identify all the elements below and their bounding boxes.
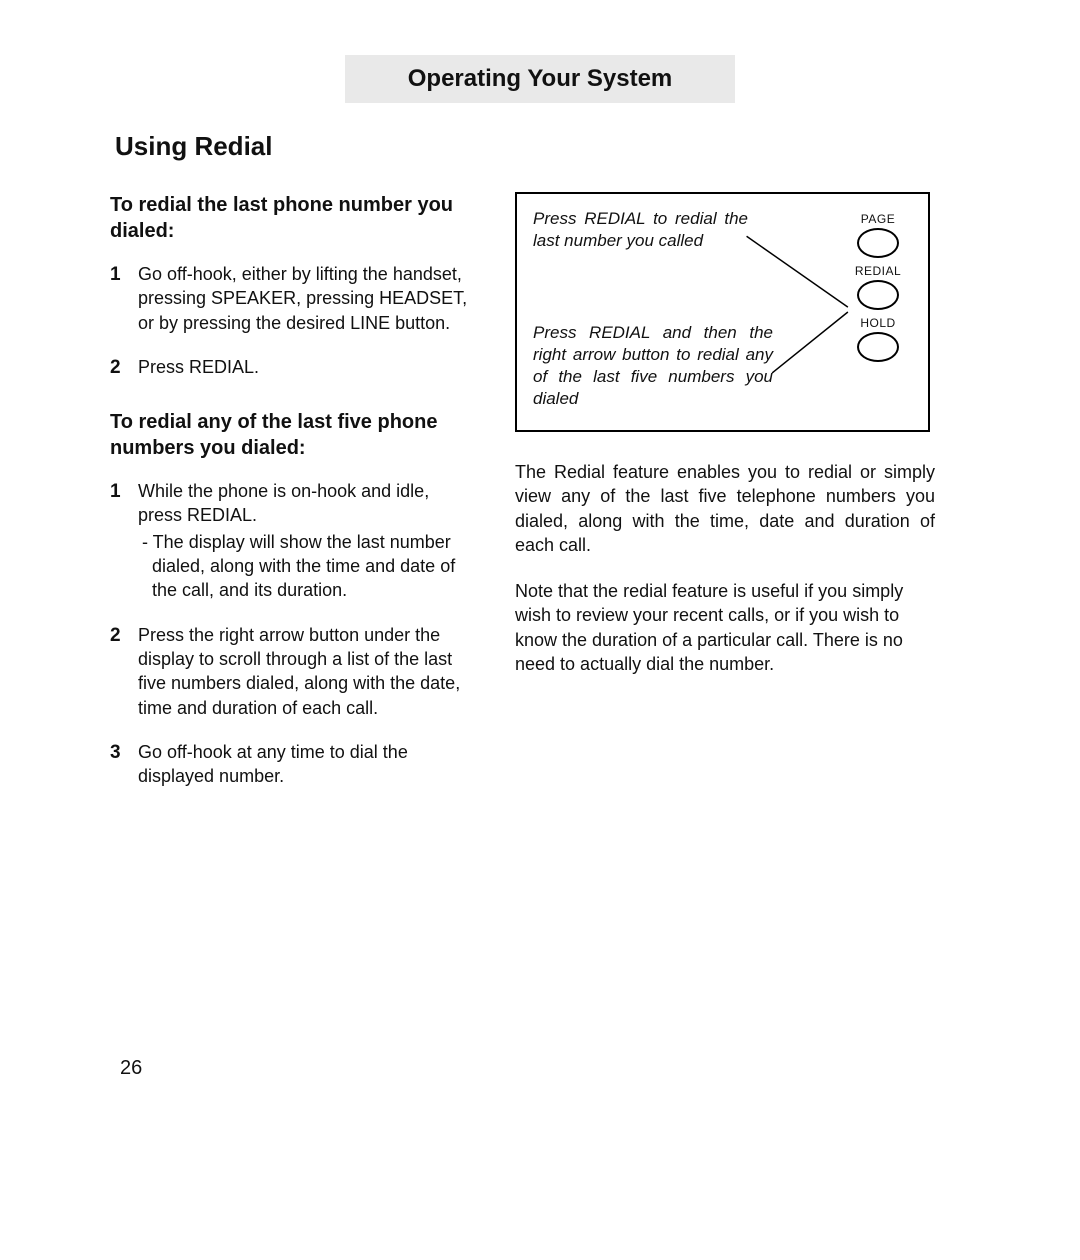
- hold-button-label: HOLD: [848, 316, 908, 330]
- subheading-redial-five: To redial any of the last five phone num…: [110, 409, 470, 461]
- redial-button-icon: [857, 280, 899, 310]
- subheading-redial-last: To redial the last phone num­ber you dia…: [110, 192, 470, 244]
- step-item: Go off-hook at any time to dial the disp…: [110, 740, 470, 789]
- steps-redial-five: While the phone is on-hook and idle, pre…: [110, 479, 470, 788]
- body-paragraph: The Redial feature enables you to redial…: [515, 460, 935, 557]
- page-button-label: PAGE: [848, 212, 908, 226]
- step-item: Press the right arrow button under the d…: [110, 623, 470, 720]
- step-item: Go off-hook, either by lifting the hands…: [110, 262, 470, 335]
- hold-button-icon: [857, 332, 899, 362]
- step-subnote: - The display will show the last num­ber…: [138, 530, 470, 603]
- page-number: 26: [120, 1057, 142, 1080]
- body-paragraph: Note that the redial feature is useful i…: [515, 579, 935, 676]
- page-button-icon: [857, 228, 899, 258]
- redial-button-label: REDIAL: [848, 264, 908, 278]
- step-text: While the phone is on-hook and idle, pre…: [138, 481, 429, 525]
- left-column: To redial the last phone num­ber you dia…: [110, 192, 470, 818]
- step-item: While the phone is on-hook and idle, pre…: [110, 479, 470, 602]
- steps-redial-last: Go off-hook, either by lifting the hands…: [110, 262, 470, 379]
- page-header: Operating Your System: [345, 55, 735, 103]
- redial-diagram: Press REDIAL to redial the last num­ber …: [515, 192, 930, 432]
- right-column: Press REDIAL to redial the last num­ber …: [515, 192, 935, 818]
- two-column-layout: To redial the last phone num­ber you dia…: [110, 192, 970, 818]
- button-stack: PAGE REDIAL HOLD: [848, 206, 908, 364]
- step-item: Press REDIAL.: [110, 355, 470, 379]
- diagram-caption-1: Press REDIAL to redial the last num­ber …: [533, 208, 748, 252]
- section-title: Using Redial: [115, 131, 970, 162]
- diagram-caption-2: Press REDIAL and then the right arrow bu…: [533, 322, 773, 410]
